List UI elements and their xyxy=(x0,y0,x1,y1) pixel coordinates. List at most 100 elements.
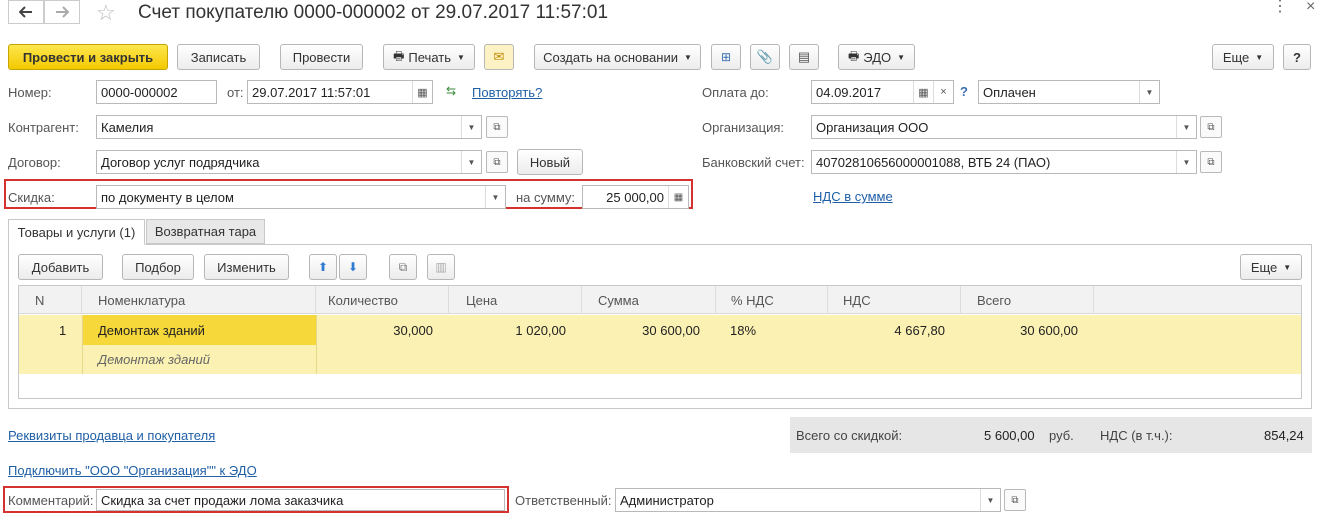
status-field[interactable]: Оплачен ▼ xyxy=(978,80,1160,104)
create-based-label: Создать на основании xyxy=(543,49,678,65)
chevron-down-icon[interactable]: ▼ xyxy=(980,489,1000,511)
total-discount-value: 5 600,00 xyxy=(984,428,1035,443)
chevron-down-icon[interactable]: ▼ xyxy=(1176,151,1196,173)
save-button[interactable]: Записать xyxy=(177,44,260,70)
col-n[interactable]: N xyxy=(19,286,82,314)
col-vat-rate[interactable]: % НДС xyxy=(716,286,828,314)
arrow-left-icon xyxy=(19,6,32,18)
close-icon[interactable]: × xyxy=(933,81,953,103)
back-button[interactable] xyxy=(8,0,44,24)
add-button[interactable]: Добавить xyxy=(18,254,103,280)
open-icon[interactable]: ⧉ xyxy=(1200,151,1222,173)
date-value: 29.07.2017 11:57:01 xyxy=(252,84,371,100)
create-based-button[interactable]: Создать на основании ▼ xyxy=(534,44,701,70)
edo-label: ЭДО xyxy=(863,49,892,65)
post-close-button[interactable]: Провести и закрыть xyxy=(8,44,168,70)
table-row[interactable]: 1 Демонтаж зданий Демонтаж зданий 30,000… xyxy=(19,315,1301,374)
contract-field[interactable]: Договор услуг подрядчика ▼ xyxy=(96,150,482,174)
chevron-down-icon[interactable]: ▼ xyxy=(1139,81,1159,103)
pick-button[interactable]: Подбор xyxy=(122,254,194,280)
col-price[interactable]: Цена xyxy=(449,286,582,314)
sum-field[interactable]: 25 000,00 ▦ xyxy=(582,185,689,209)
col-vat[interactable]: НДС xyxy=(828,286,961,314)
forward-button[interactable] xyxy=(44,0,80,24)
chevron-down-icon: ▼ xyxy=(457,52,465,62)
calendar-icon[interactable]: ▦ xyxy=(913,81,933,103)
vat-link[interactable]: НДС в сумме xyxy=(813,189,893,204)
comment-field[interactable]: Скидка за счет продажи лома заказчика xyxy=(96,489,505,511)
tab-returnable[interactable]: Возвратная тара xyxy=(146,219,265,244)
close-icon[interactable]: × xyxy=(1306,0,1315,16)
attach-button[interactable]: 📎 xyxy=(750,44,780,70)
structure-button[interactable]: ⊞ xyxy=(711,44,741,70)
new-contract-button[interactable]: Новый xyxy=(517,149,583,175)
responsible-field[interactable]: Администратор ▼ xyxy=(615,488,1001,512)
move-down-button[interactable]: ⬇ xyxy=(339,254,367,280)
chevron-down-icon[interactable]: ▼ xyxy=(485,186,505,208)
row-divider xyxy=(82,315,83,374)
number-field[interactable]: 0000-000002 xyxy=(96,80,217,104)
date-field[interactable]: 29.07.2017 11:57:01 ▦ xyxy=(247,80,433,104)
row-sum: 30 600,00 xyxy=(642,323,700,338)
calendar-icon[interactable]: ▦ xyxy=(412,81,432,103)
more-button[interactable]: Еще ▼ xyxy=(1212,44,1274,70)
sum-label: на сумму: xyxy=(516,190,576,205)
edo-connect-link[interactable]: Подключить "ООО "Организация"" к ЭДО xyxy=(8,463,257,478)
open-icon[interactable]: ⧉ xyxy=(486,116,508,138)
requisites-link[interactable]: Реквизиты продавца и покупателя xyxy=(8,428,215,443)
discount-field[interactable]: по документу в целом ▼ xyxy=(96,185,506,209)
email-button[interactable]: ✉ xyxy=(484,44,514,70)
goods-table: N Номенклатура Количество Цена Сумма % Н… xyxy=(18,285,1302,399)
table-more-button[interactable]: Еще ▼ xyxy=(1240,254,1302,280)
more-icon[interactable]: ⋮ xyxy=(1272,0,1288,16)
contractor-field[interactable]: Камелия ▼ xyxy=(96,115,482,139)
report-button[interactable]: ▤ xyxy=(789,44,819,70)
row-name: Демонтаж зданий xyxy=(98,323,205,338)
bank-value: 40702810656000001088, ВТБ 24 (ПАО) xyxy=(816,154,1051,170)
repeat-icon: ⇆ xyxy=(446,84,457,98)
contract-label: Договор: xyxy=(8,155,61,170)
move-up-button[interactable]: ⬆ xyxy=(309,254,337,280)
help-icon[interactable]: ? xyxy=(960,84,968,99)
help-button[interactable]: ? xyxy=(1283,44,1311,70)
paperclip-icon: 📎 xyxy=(756,49,774,64)
chevron-down-icon[interactable]: ▼ xyxy=(461,116,481,138)
paste-button[interactable]: ▥ xyxy=(427,254,455,280)
open-icon[interactable]: ⧉ xyxy=(1200,116,1222,138)
repeat-link[interactable]: Повторять? xyxy=(472,85,542,100)
discount-value: по документу в целом xyxy=(101,189,234,205)
page-title: Счет покупателю 0000-000002 от 29.07.201… xyxy=(138,2,609,23)
col-qty[interactable]: Количество xyxy=(316,286,449,314)
pay-until-field[interactable]: 04.09.2017 × ▦ xyxy=(811,80,954,104)
chevron-down-icon[interactable]: ▼ xyxy=(461,151,481,173)
print-button[interactable]: 🖶 Печать ▼ xyxy=(383,44,475,70)
tab-goods[interactable]: Товары и услуги (1) xyxy=(8,219,145,245)
calculator-icon[interactable]: ▦ xyxy=(668,186,688,208)
change-button[interactable]: Изменить xyxy=(204,254,289,280)
pay-until-label: Оплата до: xyxy=(702,85,769,100)
status-value: Оплачен xyxy=(983,84,1036,100)
row-vat-rate: 18% xyxy=(730,323,757,338)
arrow-up-icon: ⬆ xyxy=(317,260,329,274)
document-icon: ▤ xyxy=(797,49,811,64)
contractor-value: Камелия xyxy=(101,119,154,135)
chevron-down-icon[interactable]: ▼ xyxy=(1176,116,1196,138)
vat-incl-label: НДС (в т.ч.): xyxy=(1100,428,1173,443)
col-name[interactable]: Номенклатура xyxy=(82,286,316,314)
copy-button[interactable]: ⧉ xyxy=(389,254,417,280)
star-icon[interactable]: ☆ xyxy=(96,0,116,26)
open-icon[interactable]: ⧉ xyxy=(1004,489,1026,511)
open-icon[interactable]: ⧉ xyxy=(486,151,508,173)
post-button[interactable]: Провести xyxy=(280,44,363,70)
arrow-down-icon: ⬇ xyxy=(347,260,359,274)
col-total[interactable]: Всего xyxy=(961,286,1094,314)
row-name-sub: Демонтаж зданий xyxy=(98,352,210,367)
row-vat: 4 667,80 xyxy=(894,323,945,338)
org-field[interactable]: Организация ООО ▼ xyxy=(811,115,1197,139)
chevron-down-icon: ▼ xyxy=(1283,262,1292,272)
bank-label: Банковский счет: xyxy=(702,155,805,170)
edo-button[interactable]: 🖶 ЭДО ▼ xyxy=(838,44,915,70)
org-label: Организация: xyxy=(702,120,785,135)
bank-field[interactable]: 40702810656000001088, ВТБ 24 (ПАО) ▼ xyxy=(811,150,1197,174)
col-sum[interactable]: Сумма xyxy=(582,286,716,314)
